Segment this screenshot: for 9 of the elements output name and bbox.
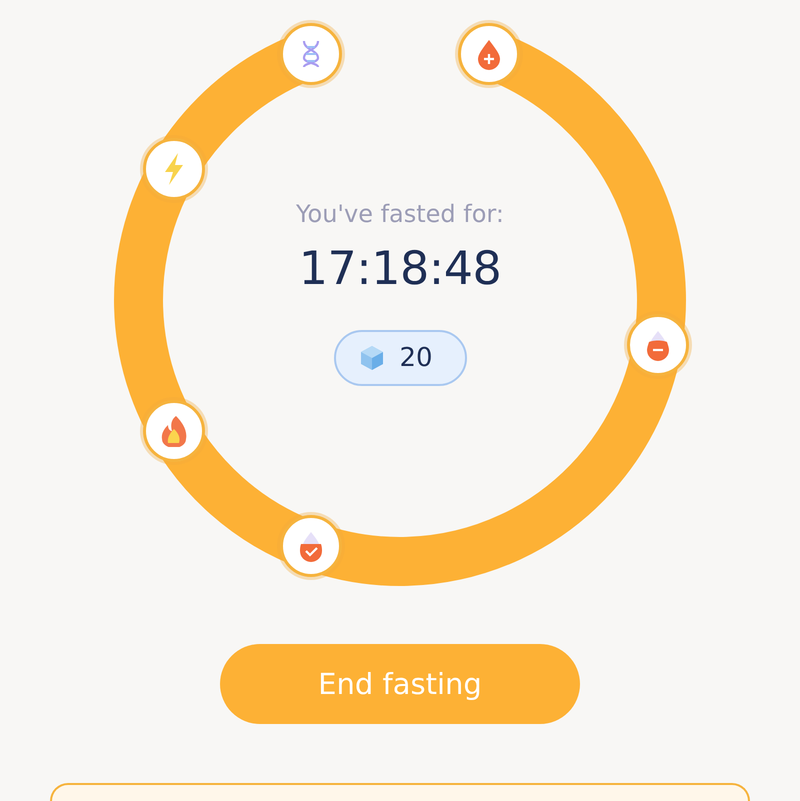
gem-count: 20	[400, 343, 433, 373]
elapsed-time: 17:18:48	[298, 240, 502, 297]
milestone-marker[interactable]	[626, 314, 689, 376]
milestone-marker[interactable]	[142, 138, 205, 200]
elapsed-caption: You've fasted for:	[296, 199, 504, 230]
end-fasting-button[interactable]: End fasting	[220, 644, 580, 724]
milestone-marker[interactable]	[458, 23, 520, 86]
milestone-marker[interactable]	[280, 23, 342, 86]
gem-icon	[360, 345, 384, 371]
